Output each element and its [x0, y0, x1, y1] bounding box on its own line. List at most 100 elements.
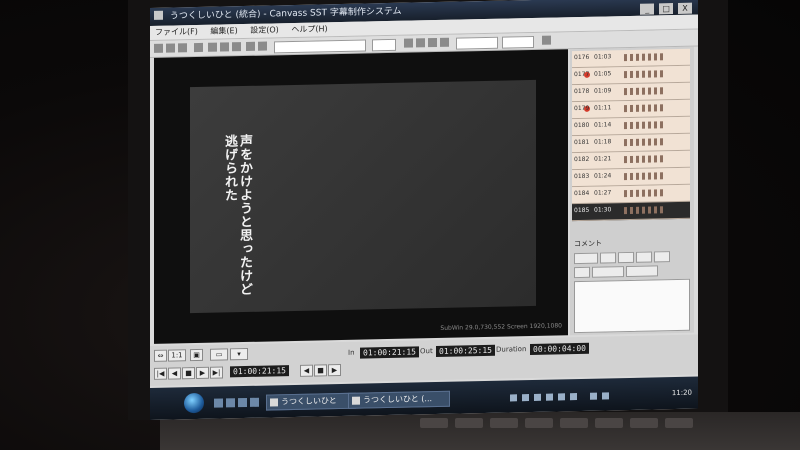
snapshot-button[interactable]: ▣ — [190, 348, 203, 362]
out-label: Out — [420, 347, 433, 356]
prop-button[interactable] — [574, 266, 590, 279]
style-select[interactable] — [456, 36, 498, 50]
tray-icon[interactable] — [570, 393, 577, 401]
row-text — [624, 104, 664, 113]
mark-button[interactable]: ◀ — [300, 364, 313, 377]
row-timecode: 01:14 — [594, 121, 612, 129]
paste-icon[interactable] — [232, 42, 241, 52]
row-timecode: 01:30 — [594, 206, 612, 214]
network-icon[interactable] — [590, 392, 597, 400]
align-icon[interactable] — [440, 37, 449, 47]
zoom-button[interactable]: 1:1 — [168, 349, 186, 362]
explorer-icon[interactable] — [238, 397, 247, 408]
row-text — [624, 155, 664, 164]
row-text — [624, 172, 664, 181]
in-label: In — [348, 348, 355, 357]
subtitle-line-1: 声をかけようと思ったけど — [237, 133, 252, 297]
taskbar-button-2[interactable]: うつくしいひと (... — [348, 390, 450, 409]
prop-field[interactable] — [574, 252, 598, 265]
row-timecode: 01:21 — [594, 155, 612, 163]
volume-icon[interactable] — [602, 392, 609, 400]
bold-icon[interactable] — [404, 38, 413, 48]
row-timecode: 01:03 — [594, 53, 612, 61]
row-number: 0182 — [574, 155, 590, 164]
play-button[interactable]: ▶ — [196, 366, 209, 380]
tray-icon[interactable] — [558, 393, 565, 401]
marker-button[interactable]: ▭ — [210, 348, 228, 361]
prop-button[interactable] — [636, 251, 652, 263]
prop-button[interactable] — [654, 251, 670, 263]
mark-button[interactable]: ▶ — [328, 363, 341, 377]
maximize-button[interactable]: □ — [659, 3, 674, 15]
new-file-icon[interactable] — [154, 43, 163, 53]
out-timecode: 01:00:25:15 — [436, 344, 495, 358]
media-icon[interactable] — [250, 397, 259, 407]
video-frame: 声をかけようと思ったけど 逃げられた — [190, 79, 536, 314]
row-timecode: 01:18 — [594, 138, 612, 146]
row-number: 0183 — [574, 172, 590, 181]
prop-button[interactable] — [600, 252, 616, 264]
ruby-select[interactable] — [502, 35, 534, 49]
size-select[interactable] — [372, 38, 396, 52]
settings-icon[interactable] — [542, 35, 551, 45]
row-text — [624, 70, 664, 79]
tray-icon[interactable] — [510, 394, 517, 402]
window-title: うつくしいひと (統合) - Canvass SST 字幕制作システム — [169, 6, 402, 22]
find-icon[interactable] — [194, 42, 203, 53]
subtitle-line-2: 逃げられた — [222, 134, 237, 202]
row-number: 0176 — [574, 53, 590, 62]
font-select[interactable] — [274, 39, 366, 54]
tray-icon[interactable] — [546, 393, 553, 401]
comment-field[interactable] — [574, 278, 690, 334]
next-button[interactable]: ▶| — [210, 366, 223, 379]
cut-icon[interactable] — [208, 42, 217, 52]
keyboard-key — [665, 418, 693, 428]
row-text — [624, 138, 664, 147]
open-file-icon[interactable] — [166, 43, 175, 53]
in-timecode: 01:00:21:15 — [360, 346, 419, 359]
clock[interactable]: 11:20 — [672, 389, 692, 397]
prev-button[interactable]: |◀ — [154, 367, 167, 380]
undo-icon[interactable] — [246, 41, 255, 51]
row-number: 0184 — [574, 189, 590, 198]
menu-help[interactable]: ヘルプ(H) — [291, 24, 327, 34]
duration-label: Duration — [496, 345, 527, 354]
start-button[interactable] — [184, 392, 204, 414]
subtitle-list-panel: 0176 01:03 0177 01:05 0178 01:09 0179 01… — [570, 46, 694, 336]
taskbar-button-1[interactable]: うつくしいひと — [266, 392, 356, 411]
row-text — [624, 189, 664, 198]
keyboard-key — [630, 418, 658, 428]
menu-file[interactable]: ファイル(F) — [155, 27, 198, 37]
prop-field[interactable] — [626, 265, 658, 278]
list-item-selected[interactable]: 0185 01:30 — [572, 201, 690, 222]
underline-icon[interactable] — [428, 37, 437, 48]
ie-icon[interactable] — [226, 398, 235, 408]
redo-icon[interactable] — [258, 41, 267, 51]
row-number: 0181 — [574, 138, 590, 147]
current-timecode: 01:00:21:15 — [230, 365, 289, 378]
prop-field[interactable] — [592, 266, 624, 278]
copy-icon[interactable] — [220, 42, 229, 52]
comment-label: コメント — [574, 239, 602, 249]
save-icon[interactable] — [178, 43, 187, 53]
tray-icon[interactable] — [522, 394, 529, 402]
keyboard-key — [560, 418, 588, 428]
close-button[interactable]: X — [678, 2, 692, 14]
dropdown-button[interactable]: ▾ — [230, 347, 248, 361]
stop-button[interactable]: ■ — [182, 367, 195, 380]
tray-icon[interactable] — [534, 393, 541, 401]
menu-edit[interactable]: 編集(E) — [210, 26, 237, 36]
mark-button[interactable]: ■ — [314, 364, 327, 377]
row-timecode: 01:11 — [594, 104, 612, 112]
desktop-icon[interactable] — [214, 398, 223, 408]
fit-button[interactable]: ⇔ — [154, 349, 167, 362]
row-timecode: 01:24 — [594, 172, 612, 180]
row-timecode: 01:09 — [594, 87, 612, 95]
menu-settings[interactable]: 設定(O) — [250, 25, 279, 35]
row-number: 0177 — [574, 70, 590, 79]
minimize-button[interactable]: _ — [640, 3, 655, 15]
row-text — [624, 206, 664, 215]
italic-icon[interactable] — [416, 38, 425, 48]
rewind-button[interactable]: ◀ — [168, 367, 181, 380]
prop-button[interactable] — [618, 251, 634, 264]
